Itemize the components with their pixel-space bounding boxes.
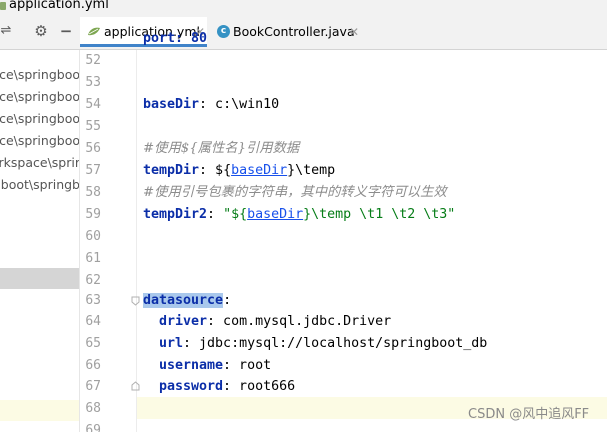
yaml-file-icon xyxy=(0,2,6,10)
window-title-bar: application.yml xyxy=(0,0,607,13)
project-tree: ace\springboo ace\springboo ace\springbo… xyxy=(0,50,80,432)
tab-book-controller[interactable]: c BookController.java ✕ xyxy=(210,17,360,47)
tree-item[interactable]: ace\springboo xyxy=(0,130,79,151)
code-line-63: datasource: xyxy=(143,293,232,308)
code-line-64: driver: com.mysql.jdbc.Driver xyxy=(159,314,392,329)
watermark: CSDN @风中追风FF xyxy=(468,407,590,422)
tree-caret-row xyxy=(0,400,79,421)
code-line-59: tempDir2: "${baseDir}\temp \t1 \t2 \t3" xyxy=(143,207,456,222)
tree-item[interactable]: ace\springboo xyxy=(0,86,79,107)
window-title: application.yml xyxy=(9,0,109,12)
tree-item[interactable]: orkspace\sprir xyxy=(0,152,79,173)
tree-selected-row[interactable] xyxy=(0,268,79,289)
code-line-65: url: jdbc:mysql://localhost/springboot_d… xyxy=(159,336,488,351)
split-icon[interactable]: ⇌ xyxy=(0,21,16,41)
tab-label: BookController.java xyxy=(233,24,355,39)
code-line-66: username: root xyxy=(159,358,272,373)
highlighted-key: datasource xyxy=(143,293,224,308)
code-line-57: tempDir: ${baseDir}\temp xyxy=(143,163,336,178)
tree-item[interactable]: ace\springboo xyxy=(0,64,79,85)
fold-open-icon[interactable] xyxy=(131,296,140,306)
close-icon[interactable]: ✕ xyxy=(349,17,359,47)
code-line-56: #使用${属性名}引用数据 xyxy=(143,141,300,156)
code-line-partial: port: 80 xyxy=(143,31,208,46)
class-c-icon: c xyxy=(217,25,230,38)
tree-item[interactable]: gboot\springb xyxy=(0,174,79,195)
fold-close-icon[interactable] xyxy=(131,381,140,391)
project-toolbar: ⇌ ⚙ − xyxy=(0,13,80,50)
code-line-58: #使用引号包裹的字符串，其中的转义字符可以生效 xyxy=(143,185,447,200)
code-line-54: baseDir: c:\win10 xyxy=(143,97,280,112)
gear-icon[interactable]: ⚙ xyxy=(31,21,51,41)
minus-icon[interactable]: − xyxy=(56,21,76,41)
yaml-leaf-icon xyxy=(88,27,100,36)
tree-item[interactable]: ace\springboo xyxy=(0,108,79,129)
code-line-67: password: root666 xyxy=(159,379,296,394)
